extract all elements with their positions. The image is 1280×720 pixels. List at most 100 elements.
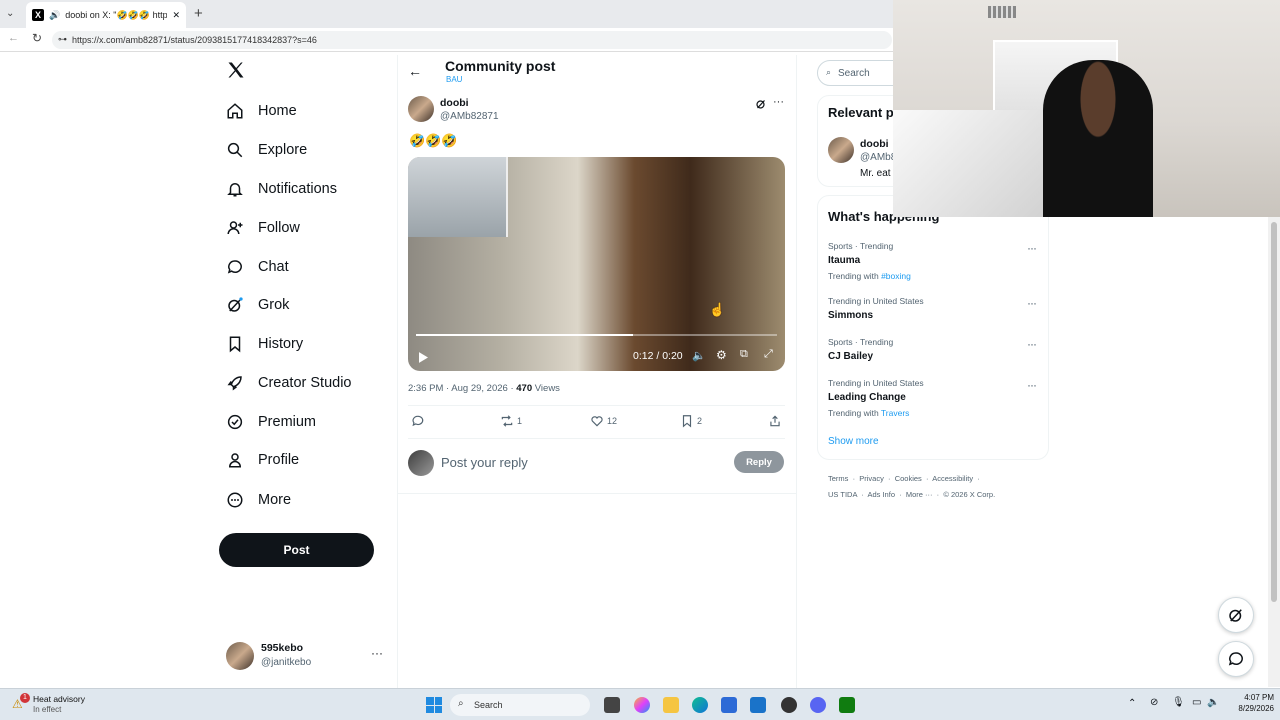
- browser-tab[interactable]: X 🔊 doobi on X: "🤣🤣🤣 https:// ✕: [26, 2, 186, 28]
- sidebar-item-notifications[interactable]: Notifications: [226, 174, 337, 204]
- video-player[interactable]: 0:12 / 0:20 🔈 ⚙ ⧉ ⤢: [408, 157, 785, 371]
- sidebar-item-profile[interactable]: Profile: [226, 445, 299, 475]
- volume-icon[interactable]: 🔈: [1207, 697, 1219, 708]
- edge-browser-icon[interactable]: [692, 697, 708, 713]
- play-icon[interactable]: [419, 350, 428, 368]
- author-handle[interactable]: @AMb82871: [440, 111, 499, 122]
- trend-item[interactable]: Sports · Trending CJ Bailey: [828, 337, 1038, 362]
- video-progress-bar[interactable]: [416, 334, 777, 336]
- reply-button-submit[interactable]: Reply: [734, 451, 784, 473]
- x-logo-icon[interactable]: [226, 60, 246, 82]
- sidebar-item-history[interactable]: History: [226, 329, 303, 359]
- back-arrow-icon[interactable]: ←: [408, 63, 422, 79]
- clock[interactable]: 4:07 PM 8/29/2026: [1222, 693, 1274, 713]
- settings-gear-icon[interactable]: ⚙: [716, 348, 727, 362]
- store-icon[interactable]: [721, 697, 737, 713]
- author-avatar[interactable]: [408, 96, 434, 122]
- weather-widget[interactable]: ⚠ 1 Heat advisory In effect: [12, 693, 112, 717]
- trend-link[interactable]: Travers: [881, 408, 910, 418]
- show-more-link[interactable]: Show more: [828, 436, 879, 447]
- pip-icon[interactable]: ⧉: [740, 348, 748, 361]
- folder-icon[interactable]: [663, 697, 679, 713]
- footer-link[interactable]: Ads Info: [867, 490, 895, 499]
- bookmark-icon: [682, 415, 692, 428]
- url-field[interactable]: ⊶ https://x.com/amb82871/status/20938151…: [52, 31, 892, 49]
- sidebar-item-label: More: [258, 492, 292, 508]
- grok-icon[interactable]: [755, 97, 767, 109]
- sidebar-item-grok[interactable]: Grok: [226, 290, 289, 320]
- tab-close-icon[interactable]: ✕: [172, 10, 186, 21]
- discord-icon[interactable]: [810, 697, 826, 713]
- trend-more-icon[interactable]: ···: [1027, 296, 1037, 310]
- new-tab-button[interactable]: +: [194, 5, 203, 22]
- fullscreen-icon[interactable]: ⤢: [764, 348, 773, 361]
- page-scrollbar[interactable]: [1268, 217, 1280, 687]
- trend-with: Trending with Travers: [828, 408, 1038, 418]
- file-explorer-icon[interactable]: [604, 697, 620, 713]
- relevant-name[interactable]: doobi: [860, 138, 889, 150]
- share-button[interactable]: [768, 414, 782, 428]
- tweet-more-icon[interactable]: ···: [773, 96, 784, 108]
- page-subtitle[interactable]: BAU: [446, 75, 462, 84]
- reload-icon[interactable]: ↻: [32, 31, 42, 45]
- footer-link[interactable]: Privacy: [859, 474, 884, 483]
- footer-link[interactable]: Accessibility: [932, 474, 973, 483]
- footer-link[interactable]: More ···: [906, 490, 933, 499]
- network-icon[interactable]: ⊘: [1150, 697, 1158, 708]
- tray-chevron-icon[interactable]: ⌃: [1128, 698, 1136, 709]
- chat-floating-button[interactable]: [1218, 641, 1254, 677]
- footer-link[interactable]: US TIDA: [828, 490, 857, 499]
- app-icon[interactable]: [781, 697, 797, 713]
- trend-more-icon[interactable]: ···: [1027, 241, 1037, 255]
- grok-icon: [1229, 609, 1242, 622]
- trend-more-icon[interactable]: ···: [1027, 337, 1037, 351]
- trend-more-icon[interactable]: ···: [1027, 378, 1037, 392]
- sidebar-item-more[interactable]: More: [226, 485, 291, 515]
- trend-hashtag-link[interactable]: #boxing: [881, 271, 911, 281]
- reply-input[interactable]: Post your reply: [441, 455, 721, 470]
- post-button[interactable]: Post: [219, 533, 374, 567]
- trend-item[interactable]: Trending in United States Leading Change…: [828, 378, 1038, 418]
- more-circle-icon: [227, 492, 243, 508]
- relevant-avatar[interactable]: [828, 137, 854, 163]
- trend-item[interactable]: Sports · Trending Itauma Trending with #…: [828, 241, 1038, 281]
- account-more-icon[interactable]: ···: [371, 646, 383, 660]
- sidebar-item-label: Notifications: [258, 181, 337, 197]
- reply-button[interactable]: [411, 414, 428, 428]
- outlook-icon[interactable]: [750, 697, 766, 713]
- sidebar-item-creator-studio[interactable]: Creator Studio: [226, 368, 352, 398]
- search-placeholder: Search: [838, 67, 870, 79]
- scrollbar-thumb[interactable]: [1271, 222, 1277, 602]
- page-title: Community post: [445, 58, 556, 74]
- account-switcher[interactable]: 595kebo @janitkebo ···: [226, 640, 386, 672]
- sidebar-item-home[interactable]: Home: [226, 96, 297, 126]
- xbox-icon[interactable]: [839, 697, 855, 713]
- speaker-icon[interactable]: 🔊: [49, 10, 60, 21]
- sidebar-item-chat[interactable]: Chat: [226, 252, 289, 282]
- display-icon[interactable]: ▭: [1192, 697, 1201, 708]
- volume-icon[interactable]: 🔈: [692, 349, 706, 362]
- copilot-icon[interactable]: [634, 697, 650, 713]
- start-button[interactable]: [426, 697, 442, 713]
- author-name[interactable]: doobi: [440, 97, 469, 109]
- microphone-icon[interactable]: 🎙: [1172, 697, 1185, 708]
- repost-count: 1: [517, 416, 523, 426]
- grok-floating-button[interactable]: [1218, 597, 1254, 633]
- site-info-icon[interactable]: ⊶: [58, 34, 67, 45]
- post-timestamp[interactable]: 2:36 PM · Aug 29, 2026 ·: [408, 383, 516, 394]
- url-text: https://x.com/amb82871/status/2093815177…: [72, 35, 317, 45]
- sidebar-item-premium[interactable]: Premium: [226, 407, 316, 437]
- footer-link[interactable]: Terms: [828, 474, 848, 483]
- footer-link[interactable]: Cookies: [895, 474, 922, 483]
- back-arrow-icon[interactable]: ←: [8, 32, 19, 44]
- like-button[interactable]: 12: [590, 414, 617, 428]
- trend-item[interactable]: Trending in United States Simmons: [828, 296, 1038, 321]
- repost-button[interactable]: 1: [500, 414, 522, 428]
- bookmark-button[interactable]: 2: [680, 414, 702, 428]
- sidebar-item-explore[interactable]: Explore: [226, 135, 307, 165]
- clock-time: 4:07 PM: [1244, 693, 1274, 702]
- trend-with: Trending with #boxing: [828, 271, 1038, 281]
- sidebar-item-follow[interactable]: Follow: [226, 213, 300, 243]
- tab-list-chevron-icon[interactable]: ⌄: [6, 8, 20, 22]
- taskbar-search[interactable]: ⌕ Search: [450, 694, 590, 716]
